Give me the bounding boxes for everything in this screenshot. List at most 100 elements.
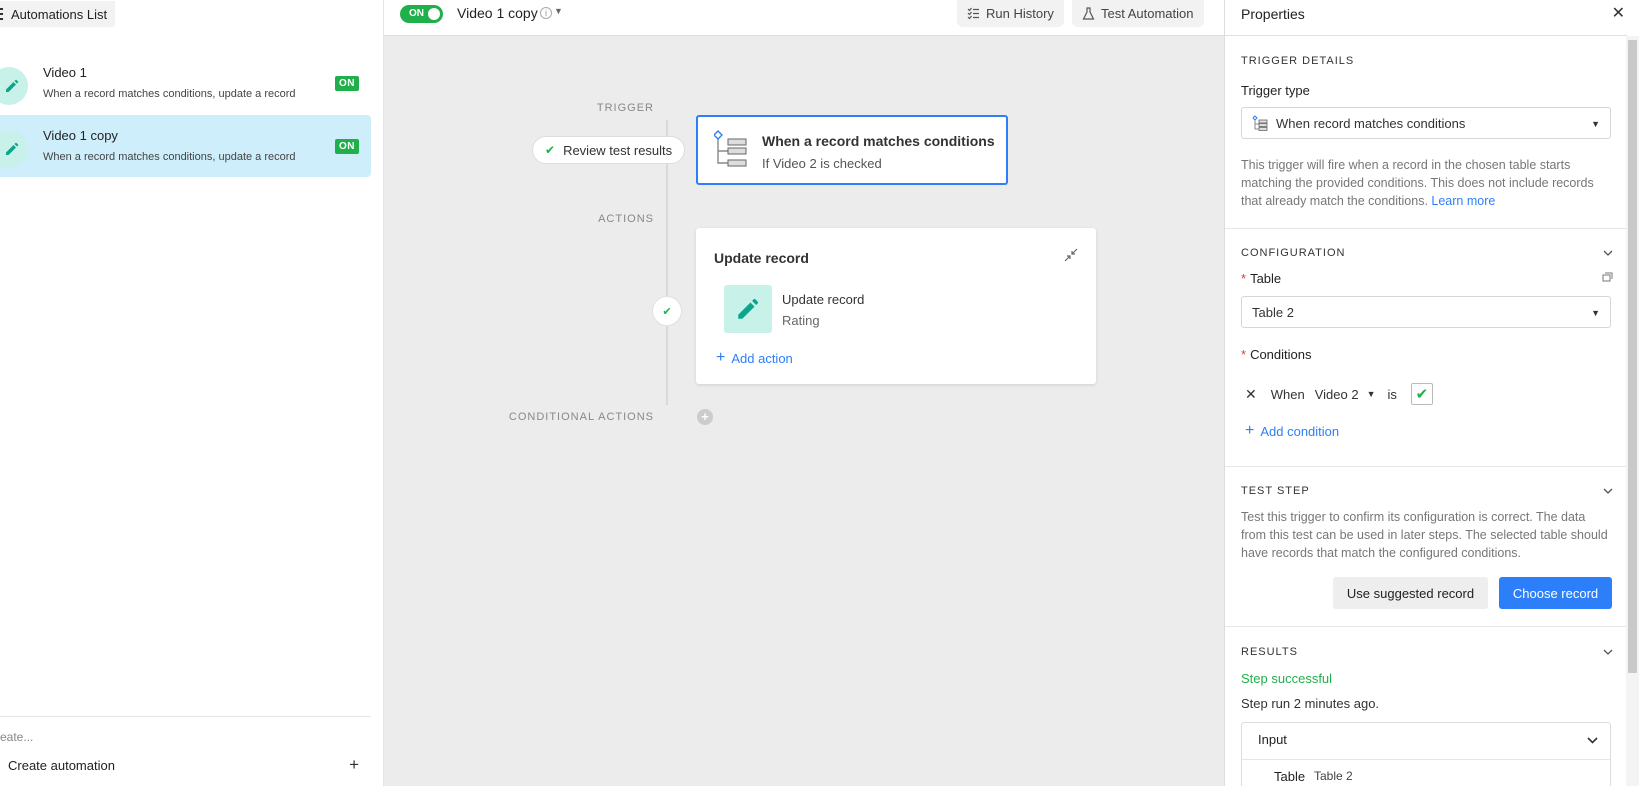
required-mark: * [1241,271,1247,286]
sidebar-header: Automations List [0,0,383,28]
condition-operator[interactable]: is [1387,387,1396,402]
checklist-icon [967,7,979,20]
flask-icon [1082,7,1095,20]
condition-when: When [1270,386,1305,402]
automation-toggle[interactable]: ON [400,5,443,23]
test-automation-button[interactable]: Test Automation [1072,0,1204,27]
add-conditional-action-icon[interactable]: + [697,409,713,425]
chevron-down-icon: ▼ [1591,308,1600,318]
caret-down-icon[interactable]: ▼ [1367,389,1376,399]
chevron-down-icon: ▼ [1591,119,1600,129]
pencil-icon [724,285,772,333]
add-condition-button[interactable]: + Add condition [1245,422,1339,440]
results-heading: RESULTS [1241,646,1298,658]
automation-name: Video 1 copy [43,128,118,143]
choose-record-button[interactable]: Choose record [1499,577,1612,609]
trigger-details-heading: TRIGGER DETAILS [1241,55,1355,67]
table-label: * Table [1241,271,1281,286]
trigger-section-label: TRIGGER [596,102,654,114]
condition-field-select[interactable]: Video 2 [1315,387,1359,402]
plus-icon: + [716,349,726,366]
trigger-description-text: This trigger will fire when a record in … [1241,158,1594,208]
required-mark: * [1241,347,1247,362]
input-table-key: Table [1274,769,1306,784]
table-label-text: Table [1250,271,1282,286]
add-action-button[interactable]: + Add action [716,349,793,367]
trigger-card[interactable]: When a record matches conditions If Vide… [696,115,1008,185]
input-result-panel[interactable]: Input Table Table 2 [1241,722,1611,786]
condition-row: ✕ When Video 2 ▼ is ✔ [1245,383,1433,405]
divider [1225,626,1627,627]
trigger-subtitle: If Video 2 is checked [762,156,882,171]
automation-description: When a record matches conditions, update… [43,88,296,100]
pencil-icon [0,130,28,168]
automation-name: Video 1 [43,65,87,80]
status-badge: ON [335,76,359,91]
info-icon[interactable]: i [540,7,552,19]
table-value: Table 2 [1252,304,1294,320]
automation-canvas: ON Video 1 copy i ▼ Run History Test Aut… [384,0,1224,786]
action-field: Rating [782,313,820,328]
divider [1225,228,1627,229]
app-root: Automations List Video 1 When a record m… [0,0,1639,786]
list-icon [0,8,4,20]
automation-item-video-1-copy[interactable]: Video 1 copy When a record matches condi… [0,115,371,177]
chevron-down-icon[interactable] [1603,647,1613,657]
conditional-actions-label: CONDITIONAL ACTIONS [508,411,654,423]
properties-panel: Properties ✕ TRIGGER DETAILS Trigger typ… [1224,0,1639,786]
remove-condition-icon[interactable]: ✕ [1245,386,1257,403]
step-status: Step successful [1241,671,1333,686]
trigger-description: This trigger will fire when a record in … [1241,156,1611,210]
sidebar-footer: eate... Create automation + [0,716,371,786]
plus-icon[interactable]: + [349,755,359,775]
automations-list-label: Automations List [11,6,108,22]
step-success-indicator: ✔ [652,296,682,326]
input-header: Input [1258,732,1287,747]
action-name[interactable]: Update record [782,292,864,307]
properties-title: Properties [1241,6,1305,22]
create-automation-label[interactable]: Create automation [8,758,115,773]
use-suggested-record-button[interactable]: Use suggested record [1333,577,1488,609]
input-table-value: Table 2 [1314,769,1353,783]
close-icon[interactable]: ✕ [1612,3,1625,23]
record-conditions-icon [714,130,747,167]
actions-section-label: ACTIONS [598,213,654,225]
conditions-label: * Conditions [1241,347,1312,362]
pencil-icon [0,67,28,105]
trigger-type-select[interactable]: When record matches conditions ▼ [1241,107,1611,139]
test-automation-label: Test Automation [1101,6,1194,21]
chevron-down-icon[interactable] [1603,486,1613,496]
plus-icon: + [1245,422,1255,439]
automations-list-button[interactable]: Automations List [0,1,116,27]
trigger-type-label: Trigger type [1241,83,1310,98]
learn-more-link[interactable]: Learn more [1431,194,1495,208]
table-select[interactable]: Table 2 ▼ [1241,296,1611,328]
automations-sidebar: Automations List Video 1 When a record m… [0,0,384,786]
expand-icon[interactable] [1602,272,1613,283]
chevron-down-icon[interactable] [1603,248,1613,258]
check-icon: ✔ [662,305,672,318]
action-group-title: Update record [714,250,809,266]
caret-down-icon[interactable]: ▼ [554,6,563,16]
step-run-time: Step run 2 minutes ago. [1241,696,1380,711]
collapse-icon[interactable] [1064,248,1078,262]
review-test-results-button[interactable]: ✔ Review test results [532,136,686,164]
automation-title[interactable]: Video 1 copy [457,5,538,21]
action-group-card[interactable]: Update record Update record Rating + Add… [696,228,1096,384]
trigger-title: When a record matches conditions [762,133,995,149]
divider [1242,759,1610,760]
test-step-description: Test this trigger to confirm its configu… [1241,510,1608,560]
run-history-label: Run History [986,6,1054,21]
properties-header: Properties ✕ [1225,0,1627,36]
scrollbar-thumb[interactable] [1628,40,1637,673]
status-badge: ON [335,139,359,154]
chevron-down-icon[interactable] [1587,735,1598,746]
create-search-input[interactable]: eate... [0,730,33,744]
divider [1225,466,1627,467]
automation-item-video-1[interactable]: Video 1 When a record matches conditions… [0,52,371,114]
run-history-button[interactable]: Run History [957,0,1064,27]
check-icon: ✔ [545,143,556,157]
condition-value-checkbox[interactable]: ✔ [1410,383,1433,405]
automation-topbar: ON Video 1 copy i ▼ Run History Test Aut… [384,0,1224,36]
conditions-label-text: Conditions [1250,347,1312,362]
